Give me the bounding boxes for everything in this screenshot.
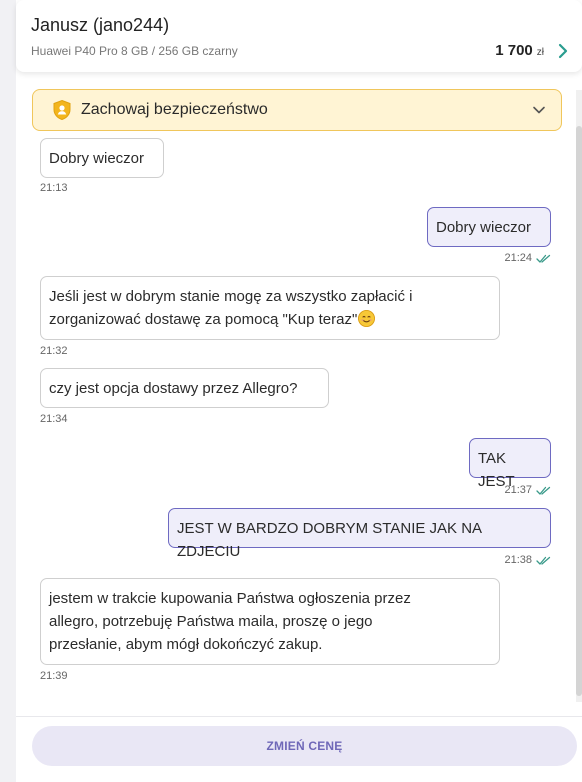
price-currency: zł: [536, 47, 544, 58]
message-time: 21:32: [40, 345, 68, 357]
chat-panel: Janusz (jano244) Huawei P40 Pro 8 GB / 2…: [16, 0, 582, 782]
message-line: jestem w trakcie kupowania Państwa ogłos…: [49, 590, 411, 607]
footer-divider: [16, 716, 582, 717]
double-check-icon: [536, 254, 551, 263]
message-text: JEST W BARDZO DOBRYM STANIE JAK NA ZDJEC…: [177, 520, 482, 560]
message-text: czy jest opcja dostawy przez Allegro?: [49, 380, 298, 397]
double-check-icon: [536, 556, 551, 565]
message-line: allegro, potrzebuję Państwa maila, prosz…: [49, 613, 373, 630]
price: 1 700 zł: [495, 42, 544, 59]
message-outgoing: Dobry wieczor: [427, 207, 551, 247]
message-meta: 21:24: [451, 252, 551, 264]
message-incoming: jestem w trakcie kupowania Państwa ogłos…: [40, 578, 500, 665]
message-meta: 21:38: [451, 554, 551, 566]
double-check-icon: [536, 486, 551, 495]
shield-user-icon: [53, 99, 71, 121]
message-time: 21:13: [40, 182, 68, 194]
message-line: przesłanie, abym mógł dokończyć zakup.: [49, 636, 323, 653]
message-line-with-emoji: zorganizować dostawę za pomocą "Kup tera…: [49, 308, 491, 331]
message-line: zorganizować dostawę za pomocą "Kup tera…: [49, 311, 358, 328]
message-incoming: Jeśli jest w dobrym stanie mogę za wszys…: [40, 276, 500, 340]
conversation-header: Janusz (jano244) Huawei P40 Pro 8 GB / 2…: [16, 0, 582, 72]
message-time: 21:38: [504, 554, 532, 566]
safety-banner[interactable]: Zachowaj bezpieczeństwo: [32, 89, 562, 131]
price-value: 1 700: [495, 42, 533, 59]
message-text: Dobry wieczor: [49, 150, 145, 167]
message-incoming: czy jest opcja dostawy przez Allegro?: [40, 368, 329, 408]
message-meta: 21:37: [451, 484, 551, 496]
message-time: 21:34: [40, 413, 68, 425]
chevron-right-icon[interactable]: [556, 42, 570, 60]
contact-name[interactable]: Janusz (jano244): [31, 15, 169, 36]
message-scrollbar[interactable]: [576, 90, 582, 702]
message-incoming: Dobry wieczor: [40, 138, 164, 178]
product-title[interactable]: Huawei P40 Pro 8 GB / 256 GB czarny: [31, 44, 238, 58]
message-time: 21:37: [504, 484, 532, 496]
message-outgoing: JEST W BARDZO DOBRYM STANIE JAK NA ZDJEC…: [168, 508, 551, 560]
change-price-button[interactable]: ZMIEŃ CENĘ: [32, 726, 577, 766]
scrollbar-thumb[interactable]: [576, 126, 582, 696]
smiling-face-icon: [358, 310, 376, 327]
message-time: 21:24: [504, 252, 532, 264]
message-time: 21:39: [40, 670, 68, 682]
message-line: Jeśli jest w dobrym stanie mogę za wszys…: [49, 288, 413, 305]
safety-banner-title: Zachowaj bezpieczeństwo: [81, 101, 268, 118]
message-text: Dobry wieczor: [436, 219, 532, 236]
chevron-down-icon[interactable]: [531, 102, 547, 118]
message-outgoing: TAK JEST: [469, 438, 551, 490]
